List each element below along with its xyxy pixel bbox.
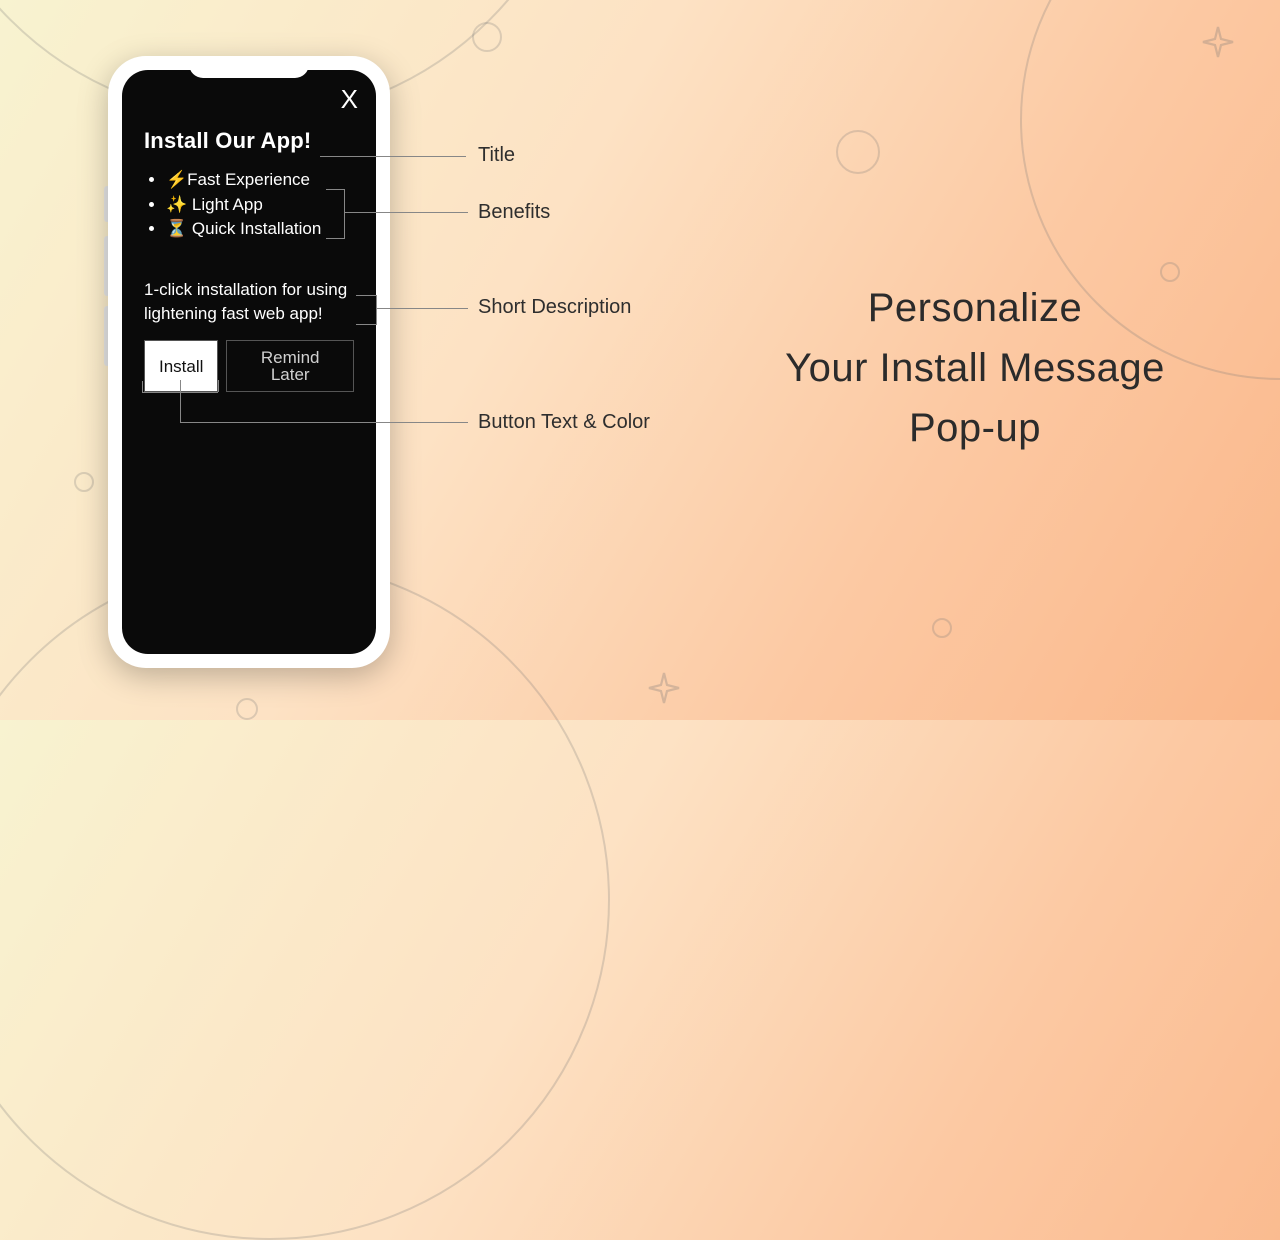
background-circle	[74, 472, 94, 492]
headline-line: Pop-up	[740, 398, 1210, 458]
background-circle	[836, 130, 880, 174]
benefits-list: ⚡Fast Experience ✨ Light App ⏳ Quick Ins…	[144, 168, 354, 242]
short-description: 1-click installation for using lightenin…	[144, 278, 354, 326]
callout-connector	[142, 392, 218, 393]
sparkle-icon	[1200, 24, 1236, 60]
remind-later-button[interactable]: Remind Later	[226, 340, 354, 392]
phone-mockup: X Install Our App! ⚡Fast Experience ✨ Li…	[108, 56, 390, 668]
headline-line: Personalize	[740, 278, 1210, 338]
button-row: Install Remind Later	[144, 340, 354, 392]
install-popup: X Install Our App! ⚡Fast Experience ✨ Li…	[122, 70, 376, 654]
background-circle	[236, 698, 258, 720]
callout-connector	[376, 308, 468, 309]
close-icon[interactable]: X	[341, 84, 358, 115]
callout-label-benefits: Benefits	[478, 201, 550, 224]
background-circle	[932, 618, 952, 638]
phone-body: X Install Our App! ⚡Fast Experience ✨ Li…	[108, 56, 390, 668]
headline: Personalize Your Install Message Pop-up	[740, 278, 1210, 458]
background-circle	[472, 22, 502, 52]
popup-title: Install Our App!	[144, 128, 354, 154]
headline-line: Your Install Message	[740, 338, 1210, 398]
callout-label-short-description: Short Description	[478, 296, 631, 319]
callout-connector	[180, 380, 181, 422]
install-button[interactable]: Install	[144, 340, 218, 392]
callout-connector	[344, 212, 468, 213]
callout-connector	[180, 422, 468, 423]
callout-label-button-text-color: Button Text & Color	[478, 411, 650, 434]
callout-label-title: Title	[478, 144, 515, 167]
callout-connector	[218, 380, 219, 392]
sparkle-icon	[646, 670, 682, 706]
phone-notch	[189, 56, 309, 78]
callout-connector	[320, 156, 466, 157]
